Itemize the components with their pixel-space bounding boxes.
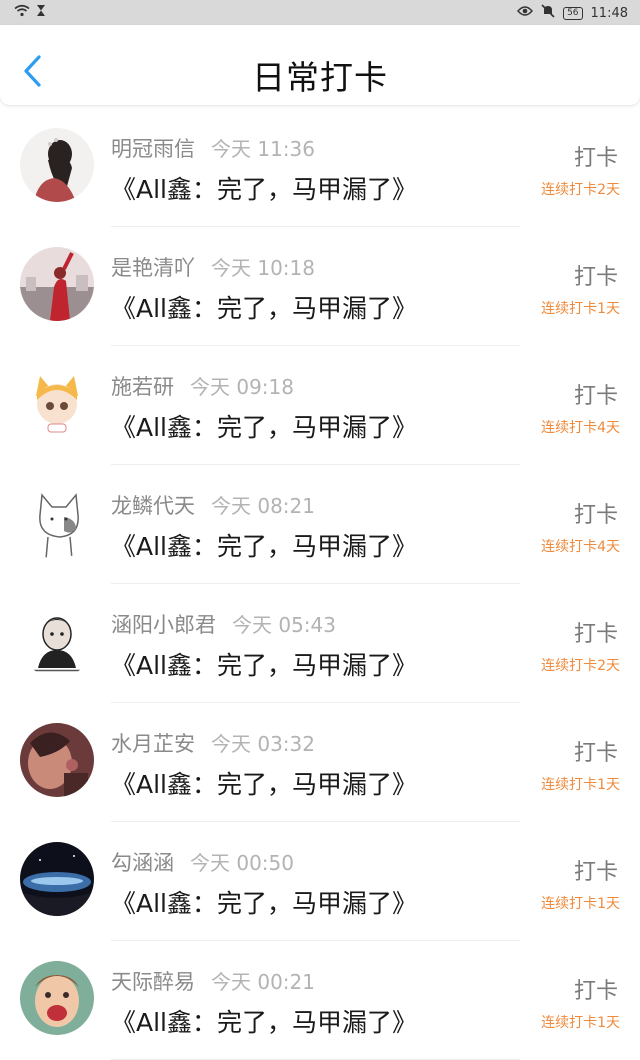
streak-label: 连续打卡1天 (541, 777, 620, 793)
list-item[interactable]: 明冠雨信 今天 11:36 《All鑫：完了，马甲漏了》 打卡 连续打卡2天 (0, 108, 640, 227)
item-time: 今天 00:50 (190, 851, 294, 875)
streak-label: 连续打卡4天 (541, 539, 620, 555)
checkin-button[interactable]: 打卡 (574, 973, 618, 1005)
user-name: 明冠雨信 (111, 137, 195, 161)
checkin-button[interactable]: 打卡 (574, 616, 618, 648)
item-message: 《All鑫：完了，马甲漏了》 (111, 651, 417, 680)
item-meta: 明冠雨信 今天 11:36 (111, 133, 315, 163)
list-item[interactable]: 天际醉易 今天 00:21 《All鑫：完了，马甲漏了》 打卡 连续打卡1天 (0, 941, 640, 1060)
item-time: 今天 10:18 (211, 256, 315, 280)
list-item[interactable]: 龙鳞代天 今天 08:21 《All鑫：完了，马甲漏了》 打卡 连续打卡4天 (0, 465, 640, 584)
item-meta: 水月芷安 今天 03:32 (111, 728, 315, 758)
list-item[interactable]: 施若研 今天 09:18 《All鑫：完了，马甲漏了》 打卡 连续打卡4天 (0, 346, 640, 465)
checkin-button[interactable]: 打卡 (574, 497, 618, 529)
item-message: 《All鑫：完了，马甲漏了》 (111, 770, 417, 799)
header-bar: 日常打卡 (0, 25, 640, 105)
user-name: 涵阳小郎君 (111, 613, 216, 637)
item-time: 今天 11:36 (211, 137, 315, 161)
status-bar: 56 11:48 (0, 0, 640, 25)
checkin-button[interactable]: 打卡 (574, 378, 618, 410)
item-meta: 天际醉易 今天 00:21 (111, 966, 315, 996)
user-name: 天际醉易 (111, 970, 195, 994)
mute-bell-icon (541, 4, 555, 22)
item-message: 《All鑫：完了，马甲漏了》 (111, 532, 417, 561)
user-name: 勾涵涵 (111, 851, 174, 875)
item-time: 今天 09:18 (190, 375, 294, 399)
list-item[interactable]: 是艳清吖 今天 10:18 《All鑫：完了，马甲漏了》 打卡 连续打卡1天 (0, 227, 640, 346)
streak-label: 连续打卡1天 (541, 301, 620, 317)
item-time: 今天 03:32 (211, 732, 315, 756)
user-name: 施若研 (111, 375, 174, 399)
checkin-button[interactable]: 打卡 (574, 259, 618, 291)
item-message: 《All鑫：完了，马甲漏了》 (111, 294, 417, 323)
user-name: 龙鳞代天 (111, 494, 195, 518)
streak-label: 连续打卡1天 (541, 1015, 620, 1031)
item-meta: 龙鳞代天 今天 08:21 (111, 490, 315, 520)
avatar[interactable] (20, 723, 94, 797)
item-meta: 施若研 今天 09:18 (111, 371, 294, 401)
avatar[interactable] (20, 604, 94, 678)
list-item[interactable]: 涵阳小郎君 今天 05:43 《All鑫：完了，马甲漏了》 打卡 连续打卡2天 (0, 584, 640, 703)
streak-label: 连续打卡2天 (541, 658, 620, 674)
list-item[interactable]: 水月芷安 今天 03:32 《All鑫：完了，马甲漏了》 打卡 连续打卡1天 (0, 703, 640, 822)
checkin-list: 明冠雨信 今天 11:36 《All鑫：完了，马甲漏了》 打卡 连续打卡2天 是艳… (0, 108, 640, 1060)
streak-label: 连续打卡2天 (541, 182, 620, 198)
item-meta: 勾涵涵 今天 00:50 (111, 847, 294, 877)
streak-label: 连续打卡4天 (541, 420, 620, 436)
checkin-button[interactable]: 打卡 (574, 854, 618, 886)
user-name: 水月芷安 (111, 732, 195, 756)
user-name: 是艳清吖 (111, 256, 195, 280)
checkin-button[interactable]: 打卡 (574, 140, 618, 172)
wifi-icon (14, 4, 30, 21)
item-time: 今天 00:21 (211, 970, 315, 994)
clock-time: 11:48 (590, 5, 628, 21)
hourglass-icon (36, 4, 46, 21)
avatar[interactable] (20, 485, 94, 559)
item-message: 《All鑫：完了，马甲漏了》 (111, 1008, 417, 1037)
battery-icon: 56 (563, 6, 583, 20)
item-message: 《All鑫：完了，马甲漏了》 (111, 175, 417, 204)
list-item[interactable]: 勾涵涵 今天 00:50 《All鑫：完了，马甲漏了》 打卡 连续打卡1天 (0, 822, 640, 941)
page-title: 日常打卡 (252, 58, 388, 97)
avatar[interactable] (20, 128, 94, 202)
checkin-button[interactable]: 打卡 (574, 735, 618, 767)
avatar[interactable] (20, 247, 94, 321)
item-time: 今天 08:21 (211, 494, 315, 518)
item-message: 《All鑫：完了，马甲漏了》 (111, 889, 417, 918)
item-time: 今天 05:43 (232, 613, 336, 637)
streak-label: 连续打卡1天 (541, 896, 620, 912)
eye-icon (517, 5, 534, 21)
avatar[interactable] (20, 366, 94, 440)
item-meta: 涵阳小郎君 今天 05:43 (111, 609, 336, 639)
item-message: 《All鑫：完了，马甲漏了》 (111, 413, 417, 442)
avatar[interactable] (20, 842, 94, 916)
item-meta: 是艳清吖 今天 10:18 (111, 252, 315, 282)
